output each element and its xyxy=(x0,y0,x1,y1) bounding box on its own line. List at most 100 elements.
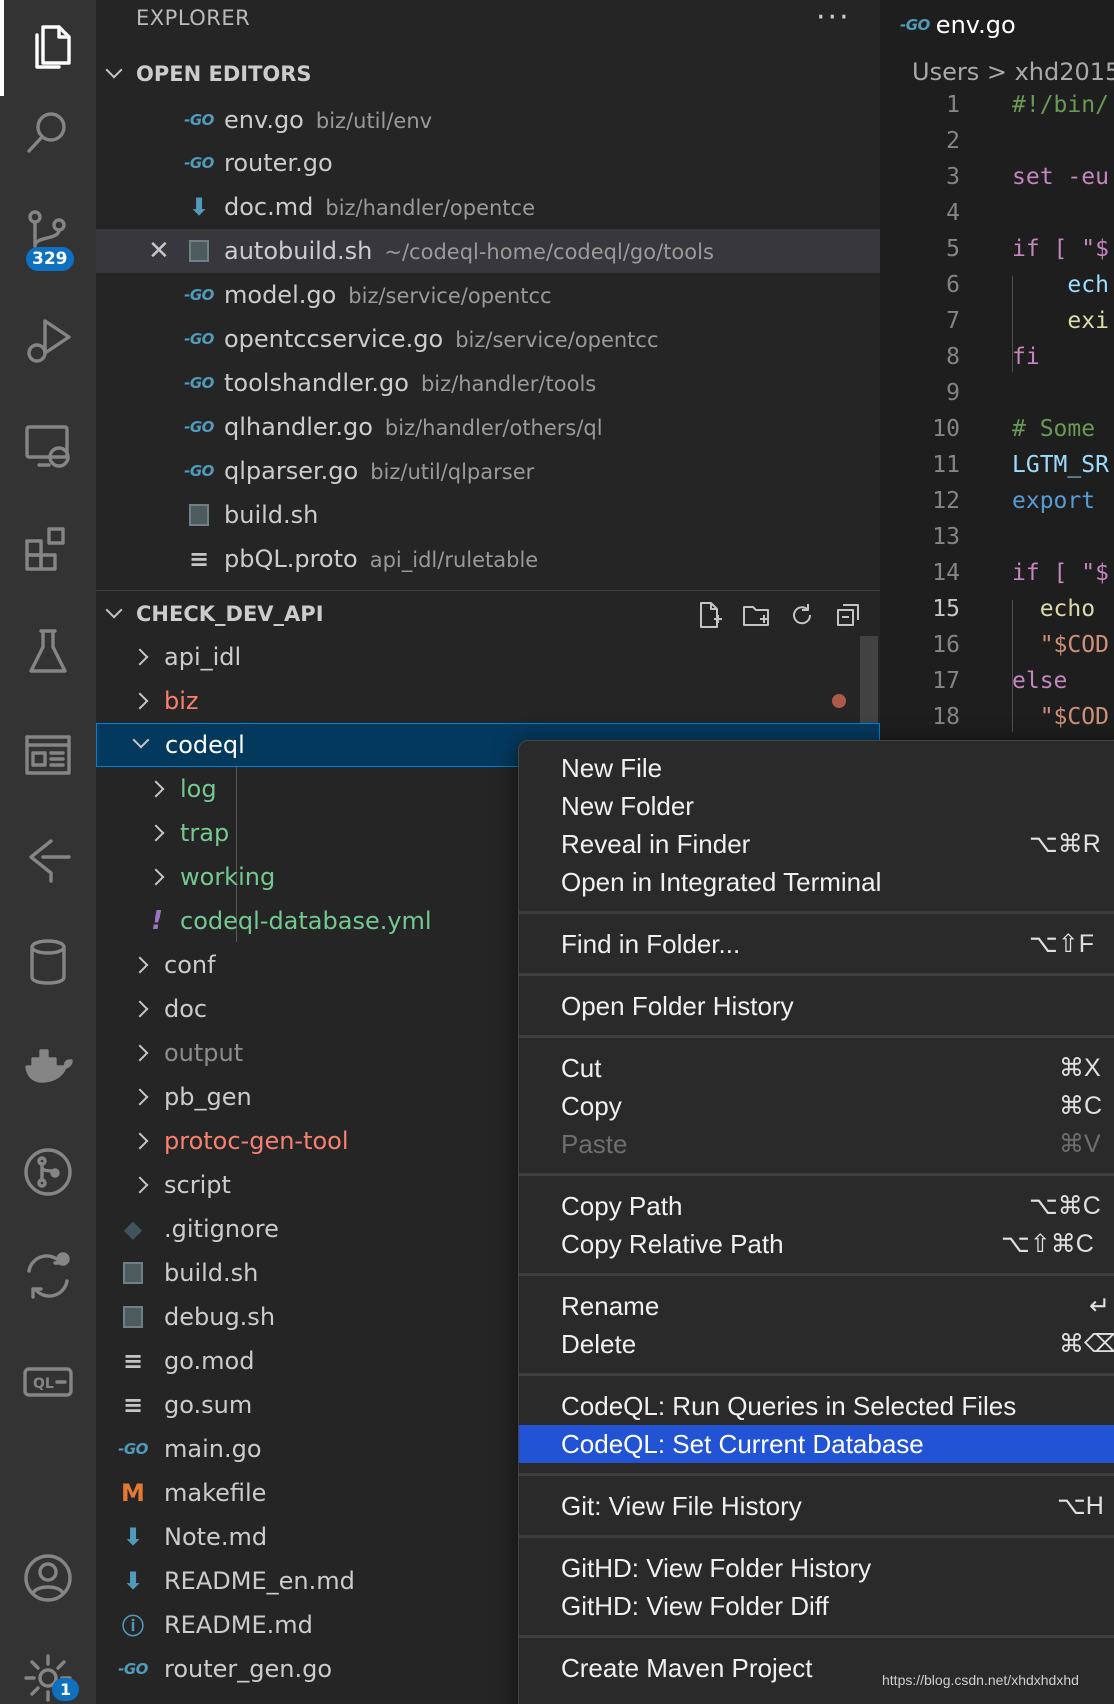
new-folder-icon[interactable] xyxy=(738,598,774,632)
tree-folder[interactable]: api_idl xyxy=(96,635,880,679)
code-line[interactable]: "$COD xyxy=(1012,704,1109,730)
menu-open-folder-history[interactable]: Open Folder History xyxy=(519,987,1114,1025)
chevron-right-icon xyxy=(131,1088,149,1106)
menu-paste[interactable]: Paste ⌘V xyxy=(519,1125,1114,1163)
open-editor-item[interactable]: -GO env.go biz/util/env xyxy=(96,98,880,142)
close-icon[interactable]: ✕ xyxy=(148,236,170,266)
open-editor-item[interactable]: build.sh xyxy=(96,493,880,537)
tab-env-go[interactable]: -GO env.go xyxy=(880,0,1114,50)
refresh-icon[interactable] xyxy=(784,598,820,632)
docker-icon[interactable] xyxy=(0,1020,96,1116)
code-line[interactable]: ech xyxy=(1012,272,1109,298)
chevron-right-icon xyxy=(131,1000,149,1018)
testing-flask-icon[interactable] xyxy=(0,604,96,700)
code-line[interactable]: export xyxy=(1012,488,1095,514)
go-icon: -GO xyxy=(184,374,214,392)
line-number: 14 xyxy=(932,560,960,586)
diff-sync-icon[interactable] xyxy=(0,1228,96,1324)
ql-icon[interactable]: QL xyxy=(0,1334,96,1430)
source-control-icon[interactable]: 329 xyxy=(0,186,96,282)
menu-rename[interactable]: Rename ↵ xyxy=(519,1287,1114,1325)
breadcrumb[interactable]: Users > xhd2015 xyxy=(912,58,1114,86)
extensions-icon[interactable] xyxy=(0,502,96,598)
menu-separator xyxy=(519,1035,1114,1038)
menu-new-folder[interactable]: New Folder xyxy=(519,787,1114,825)
open-editor-item[interactable]: ⬇ doc.md biz/handler/opentce xyxy=(96,185,880,229)
code-line[interactable]: exi xyxy=(1012,308,1109,334)
remote-explorer-icon[interactable] xyxy=(0,398,96,494)
file-name: qlhandler.go xyxy=(224,413,373,441)
go-icon: -GO xyxy=(118,1440,148,1458)
git-graph-icon[interactable] xyxy=(0,1124,96,1220)
open-editor-item-selected[interactable]: ✕ autobuild.sh ~/codeql-home/codeql/go/to… xyxy=(96,229,880,273)
open-editor-item[interactable]: ≡ pbQL.proto api_idl/ruletable xyxy=(96,537,880,581)
file-path: api_idl/ruletable xyxy=(369,548,539,572)
search-icon[interactable] xyxy=(0,84,96,180)
database-icon[interactable] xyxy=(0,914,96,1010)
line-number: 10 xyxy=(932,416,960,442)
makefile-m-icon: M xyxy=(121,1479,145,1507)
chevron-right-icon xyxy=(147,824,165,842)
menu-delete[interactable]: Delete ⌘⌫ xyxy=(519,1325,1114,1363)
line-number: 18 xyxy=(932,704,960,730)
menu-githd-folder-history[interactable]: GitHD: View Folder History xyxy=(519,1549,1114,1587)
info-icon: ⓘ xyxy=(121,1615,144,1640)
menu-open-terminal[interactable]: Open in Integrated Terminal xyxy=(519,863,1114,901)
menu-githd-folder-diff[interactable]: GitHD: View Folder Diff xyxy=(519,1587,1114,1625)
open-editor-item[interactable]: -GO toolshandler.go biz/handler/tools xyxy=(96,361,880,405)
menu-copy-path[interactable]: Copy Path ⌥⌘C xyxy=(519,1187,1114,1225)
codeql-icon[interactable] xyxy=(0,812,96,908)
menu-new-file[interactable]: New File xyxy=(519,749,1114,787)
menu-reveal-in-finder[interactable]: Reveal in Finder ⌥⌘R xyxy=(519,825,1114,863)
account-icon[interactable] xyxy=(0,1530,96,1626)
line-number: 11 xyxy=(932,452,960,478)
menu-separator xyxy=(519,1173,1114,1176)
open-editor-item[interactable]: -GO opentccservice.go biz/service/opentcc xyxy=(96,317,880,361)
open-editor-item[interactable]: -GO router.go xyxy=(96,141,880,185)
line-number: 1 xyxy=(946,92,960,118)
shell-icon xyxy=(182,500,216,530)
new-file-icon[interactable] xyxy=(692,598,728,632)
code-line[interactable]: if [ "$ xyxy=(1012,560,1109,586)
open-editor-item[interactable]: -GO model.go biz/service/opentcc xyxy=(96,273,880,317)
code-line[interactable]: LGTM_SR xyxy=(1012,452,1109,478)
folder-name: doc xyxy=(164,995,208,1023)
menu-copy[interactable]: Copy ⌘C xyxy=(519,1087,1114,1125)
line-number: 8 xyxy=(946,344,960,370)
tree-folder[interactable]: biz xyxy=(96,679,880,723)
open-editor-item[interactable]: -GO qlparser.go biz/util/qlparser xyxy=(96,449,880,493)
watermark: https://blog.csdn.net/xhdxhdxhd xyxy=(882,1672,1079,1688)
settings-gear-icon[interactable] xyxy=(0,1630,96,1704)
open-editors-header[interactable]: OPEN EDITORS xyxy=(96,54,880,94)
file-name: main.go xyxy=(164,1435,262,1463)
menu-find-in-folder[interactable]: Find in Folder... ⌥⇧F xyxy=(519,925,1114,963)
file-name: README_en.md xyxy=(164,1567,355,1595)
menu-cut[interactable]: Cut ⌘X xyxy=(519,1049,1114,1087)
webview-panel-icon[interactable] xyxy=(0,708,96,804)
chevron-right-icon xyxy=(131,1044,149,1062)
more-actions-icon[interactable]: ··· xyxy=(816,0,851,35)
code-line[interactable]: if [ "$ xyxy=(1012,236,1109,262)
menu-codeql-set-database[interactable]: CodeQL: Set Current Database xyxy=(519,1425,1114,1463)
run-debug-icon[interactable] xyxy=(0,292,96,388)
folder-name: log xyxy=(180,775,217,803)
code-line[interactable]: echo xyxy=(1012,596,1095,622)
menu-codeql-run-queries[interactable]: CodeQL: Run Queries in Selected Files xyxy=(519,1387,1114,1425)
code-line[interactable]: set -eu xyxy=(1012,164,1109,190)
open-editor-item[interactable]: -GO qlhandler.go biz/handler/others/ql xyxy=(96,405,880,449)
code-line[interactable]: fi xyxy=(1012,344,1040,370)
code-line[interactable]: else xyxy=(1012,668,1067,694)
collapse-all-icon[interactable] xyxy=(830,598,866,632)
explorer-icon[interactable] xyxy=(0,0,96,96)
workspace-header[interactable]: CHECK_DEV_API xyxy=(96,594,880,634)
code-line[interactable]: "$COD xyxy=(1012,632,1109,658)
menu-separator xyxy=(519,1373,1114,1376)
code-line[interactable]: #!/bin/ xyxy=(1012,92,1109,118)
line-number: 4 xyxy=(946,200,960,226)
go-icon: -GO xyxy=(184,286,214,304)
menu-copy-relative-path[interactable]: Copy Relative Path ⌥⇧⌘C xyxy=(519,1225,1114,1263)
line-number: 2 xyxy=(946,128,960,154)
code-line[interactable]: # Some xyxy=(1012,416,1095,442)
menu-separator xyxy=(519,973,1114,976)
menu-git-view-file-history[interactable]: Git: View File History ⌥H xyxy=(519,1487,1114,1525)
